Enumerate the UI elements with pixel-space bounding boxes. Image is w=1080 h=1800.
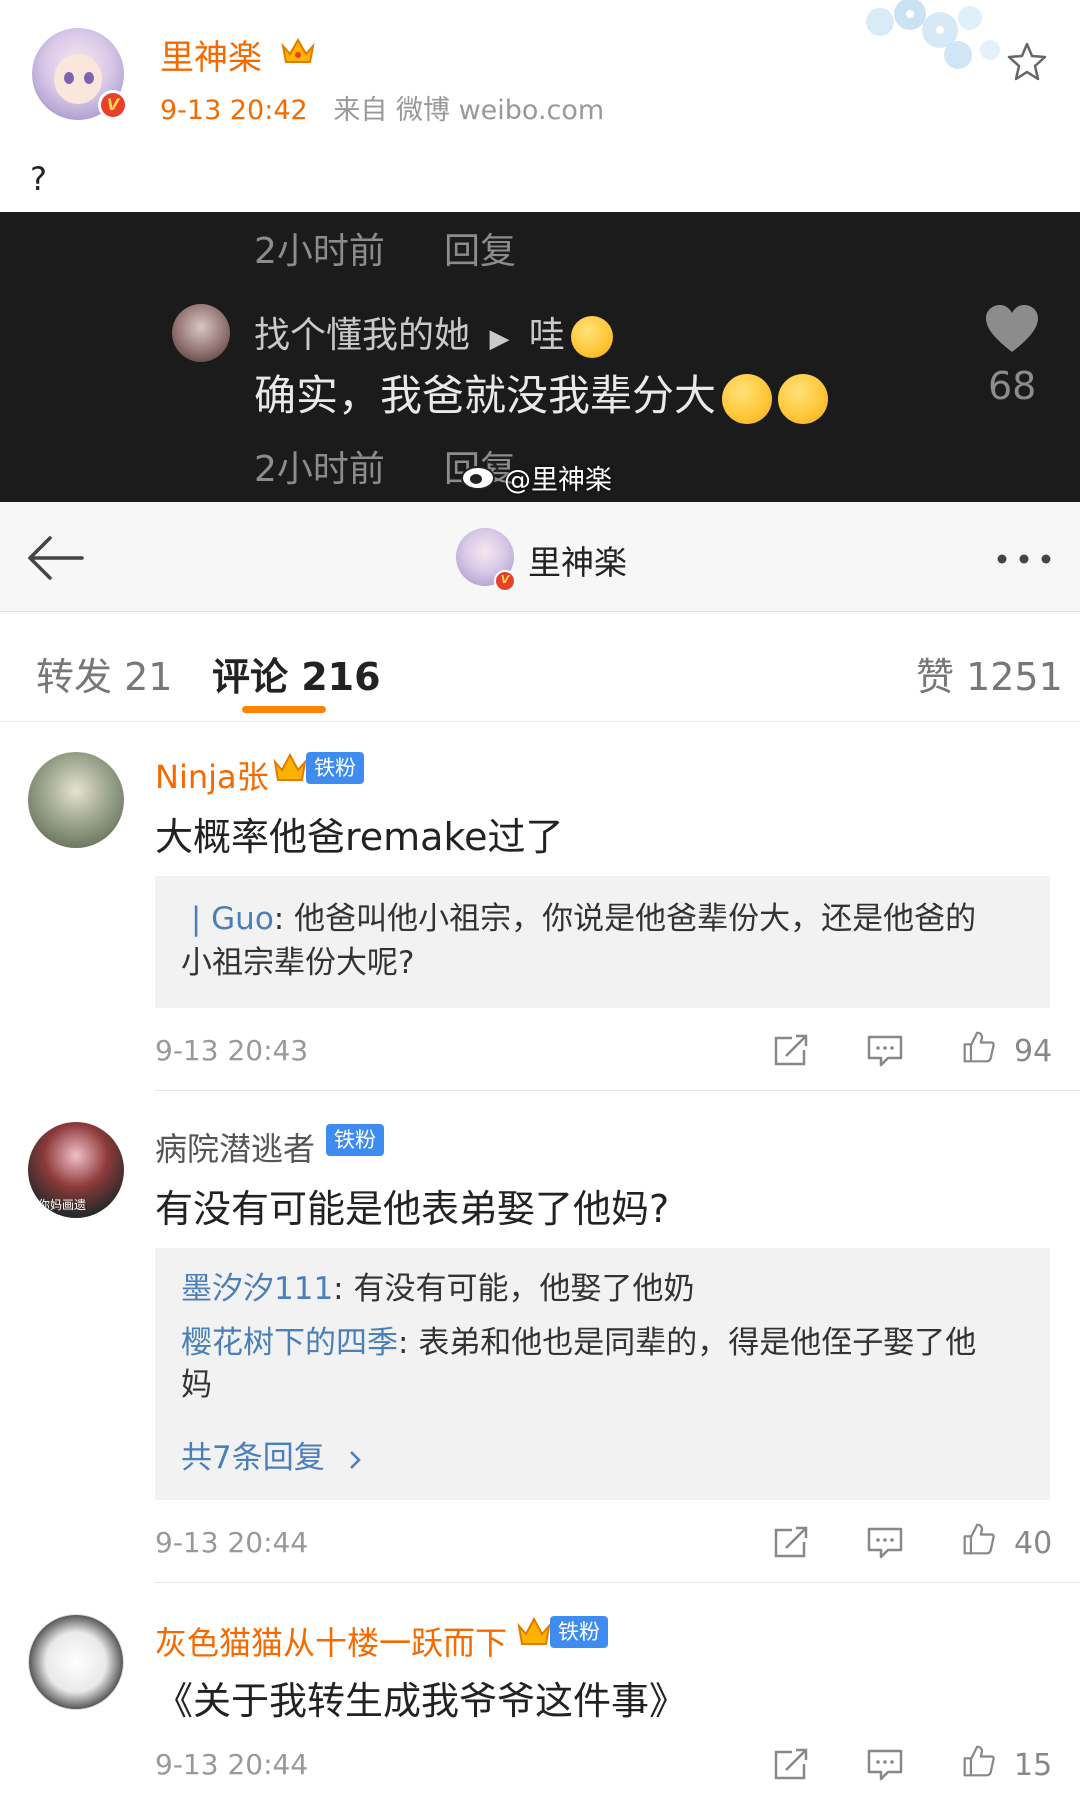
- heart-count: 68: [988, 364, 1037, 408]
- tab-likes[interactable]: 赞 1251: [916, 646, 1063, 701]
- laugh-cry-emoji-icon: [778, 373, 829, 424]
- reply-preview-box[interactable]: | Guo: 他爸叫他小祖宗，你说是他爸辈份大，还是他爸的 小祖宗辈份大呢?: [155, 876, 1050, 1008]
- comment-user: 找个懂我的她 ▶ 哇: [254, 306, 613, 358]
- like-count: 94: [1014, 1034, 1053, 1069]
- view-more-replies-link[interactable]: 共7条回复: [181, 1432, 363, 1477]
- commenter-name[interactable]: 病院潜逃者: [155, 1124, 315, 1170]
- post-text: ?: [30, 160, 47, 198]
- verified-icon: V: [98, 90, 128, 120]
- comment-time: 9-13 20:44: [155, 1526, 309, 1559]
- tab-repost[interactable]: 转发 21: [36, 646, 172, 701]
- comment-text: 《关于我转生成我爷爷这件事》: [155, 1679, 688, 1723]
- reply-author[interactable]: 樱花树下的四季: [181, 1325, 398, 1361]
- fan-crown-icon: [517, 1616, 551, 1645]
- post-tabs: 转发 21 评论 216 赞 1251: [0, 612, 1080, 722]
- fan-badge: 铁粉: [550, 1616, 608, 1648]
- laugh-cry-emoji-icon: [722, 373, 773, 424]
- comment-text: 确实，我爸就没我辈分大: [254, 362, 829, 424]
- comment-time: 2小时前: [254, 449, 385, 490]
- like-thumb-icon[interactable]: [960, 1744, 998, 1778]
- chevron-right-icon: [349, 1450, 361, 1469]
- commenter-avatar[interactable]: 你妈画遗: [28, 1122, 124, 1218]
- reply-line: | Guo: 他爸叫他小祖宗，你说是他爸辈份大，还是他爸的: [181, 901, 977, 937]
- reply-line: 樱花树下的四季: 表弟和他也是同辈的，得是他侄子娶了他: [181, 1325, 977, 1361]
- fan-badge: 铁粉: [326, 1124, 384, 1156]
- reply-line-cont: 小祖宗辈份大呢?: [181, 945, 415, 981]
- crown-icon: [281, 37, 315, 63]
- reply-line: 墨汐汐111: 有没有可能，他娶了他奶: [181, 1271, 695, 1307]
- verified-icon: V: [494, 570, 516, 592]
- watermark-text: @里神楽: [504, 465, 612, 496]
- like-thumb-icon[interactable]: [960, 1522, 998, 1556]
- prev-comment-time: 2小时前: [254, 231, 385, 272]
- back-arrow-icon[interactable]: [24, 532, 86, 584]
- reply-preview-box[interactable]: 墨汐汐111: 有没有可能，他娶了他奶 樱花树下的四季: 表弟和他也是同辈的，得…: [155, 1248, 1050, 1500]
- comment-text: 有没有可能是他表弟娶了他妈?: [155, 1187, 670, 1231]
- commenter-name[interactable]: Ninja张: [155, 752, 269, 798]
- surprised-emoji-icon: [570, 316, 613, 358]
- comment-time: 9-13 20:43: [155, 1034, 309, 1067]
- divider: [155, 1582, 1080, 1583]
- like-count: 15: [1014, 1748, 1053, 1783]
- comment-text: 大概率他爸remake过了: [155, 815, 564, 859]
- commenter-avatar[interactable]: [28, 752, 124, 848]
- post-source: 来自 微博 weibo.com: [333, 95, 605, 126]
- like-thumb-icon[interactable]: [960, 1030, 998, 1064]
- commenter-avatar: [172, 304, 230, 362]
- fan-crown-icon: [273, 752, 307, 781]
- reply-arrow-icon: ▶: [489, 324, 510, 354]
- favorite-star-icon[interactable]: [1005, 40, 1049, 84]
- tab-comments[interactable]: 评论 216: [212, 646, 381, 701]
- reply-author[interactable]: | Guo: [181, 901, 274, 937]
- heart-icon: [986, 305, 1038, 352]
- nav-author-name[interactable]: 里神楽: [528, 536, 627, 584]
- commenter-name[interactable]: 灰色猫猫从十楼一跃而下: [155, 1618, 507, 1664]
- divider: [155, 1090, 1080, 1091]
- prev-reply-button: 回复: [444, 231, 517, 272]
- top-navbar: V 里神楽: [0, 502, 1080, 612]
- reply-author[interactable]: 墨汐汐111: [181, 1271, 333, 1307]
- active-tab-indicator: [242, 706, 326, 713]
- post-header: V 里神楽 9-13 20:42 来自 微博 weibo.com ?: [0, 0, 1080, 210]
- commenter-avatar[interactable]: [28, 1614, 124, 1710]
- repost-icon[interactable]: [772, 1748, 810, 1782]
- repost-icon[interactable]: [772, 1034, 810, 1068]
- more-options-icon[interactable]: [994, 552, 1054, 566]
- post-meta: 9-13 20:42 来自 微博 weibo.com: [160, 88, 604, 127]
- comment-icon[interactable]: [866, 1748, 904, 1782]
- post-time: 9-13 20:42: [160, 95, 308, 126]
- weibo-logo-icon: [461, 460, 499, 490]
- comment-icon[interactable]: [866, 1526, 904, 1560]
- reply-line-cont: 妈: [181, 1367, 212, 1403]
- comment-time: 9-13 20:44: [155, 1748, 309, 1781]
- fan-badge: 铁粉: [306, 752, 364, 784]
- comment-icon[interactable]: [866, 1034, 904, 1068]
- repost-icon[interactable]: [772, 1526, 810, 1560]
- like-count: 40: [1014, 1526, 1053, 1561]
- author-name[interactable]: 里神楽: [160, 30, 262, 79]
